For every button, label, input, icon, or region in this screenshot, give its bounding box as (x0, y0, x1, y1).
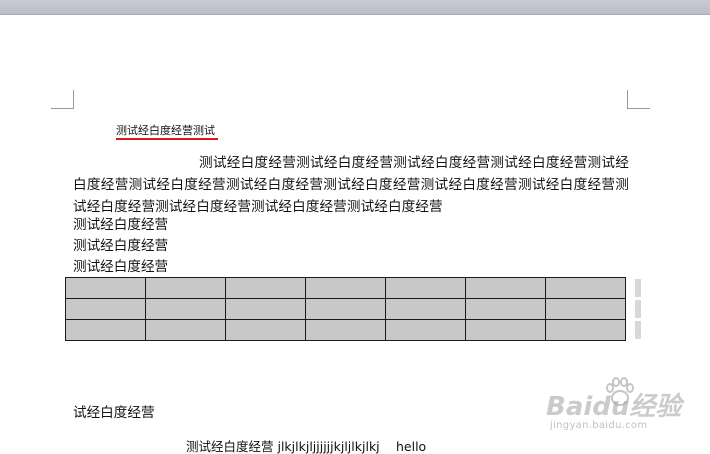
spellcheck-underline (116, 138, 218, 140)
table-row (65, 277, 626, 299)
table-cell[interactable] (145, 298, 226, 320)
baidu-jingyan-watermark: Baidu经验 jingyan.baidu.com (546, 372, 696, 432)
table-cell[interactable] (305, 277, 386, 299)
table-cell[interactable] (145, 319, 226, 341)
table-cell[interactable] (65, 277, 146, 299)
gray-table[interactable] (65, 277, 626, 341)
table-cell[interactable] (385, 319, 466, 341)
bottom-text-hello[interactable]: hello (396, 439, 426, 454)
text-line-1[interactable]: 测试经白度经营 (73, 217, 168, 233)
page-margin-corner-left (51, 90, 74, 109)
window-top-bar (0, 0, 710, 15)
table-cell[interactable] (305, 298, 386, 320)
table-row-end-marker (635, 279, 641, 297)
document-heading[interactable]: 测试经白度经营测试 (116, 124, 215, 137)
table-cell[interactable] (465, 298, 546, 320)
table-cell[interactable] (305, 319, 386, 341)
table-row-end-marker (635, 300, 641, 318)
text-line-2[interactable]: 测试经白度经营 (73, 238, 168, 254)
table-cell[interactable] (545, 277, 626, 299)
table-cell[interactable] (65, 298, 146, 320)
text-line-3[interactable]: 测试经白度经营 (73, 259, 168, 275)
body-paragraph[interactable]: 测试经白度经营测试经白度经营测试经白度经营测试经白度经营测试经白度经营测试经白度… (73, 152, 629, 218)
table-cell[interactable] (545, 319, 626, 341)
table-row-end-marker (635, 321, 641, 339)
table-cell[interactable] (465, 277, 546, 299)
watermark-url: jingyan.baidu.com (550, 420, 648, 431)
table-cell[interactable] (225, 298, 306, 320)
table-row (65, 319, 626, 341)
table-cell[interactable] (385, 298, 466, 320)
table-cell[interactable] (225, 277, 306, 299)
table-cell[interactable] (145, 277, 226, 299)
table-cell[interactable] (465, 319, 546, 341)
page-margin-corner-right (627, 90, 650, 109)
table-row (65, 298, 626, 320)
table-cell[interactable] (385, 277, 466, 299)
watermark-brand: Baidu经验 (546, 392, 682, 422)
bottom-text-line[interactable]: 测试经白度经营 jlkjlkjljjjjjjkjljlkjlkj (186, 439, 380, 454)
table-cell[interactable] (65, 319, 146, 341)
text-line-after-table[interactable]: 试经白度经营 (73, 406, 155, 421)
table-cell[interactable] (225, 319, 306, 341)
table-cell[interactable] (545, 298, 626, 320)
